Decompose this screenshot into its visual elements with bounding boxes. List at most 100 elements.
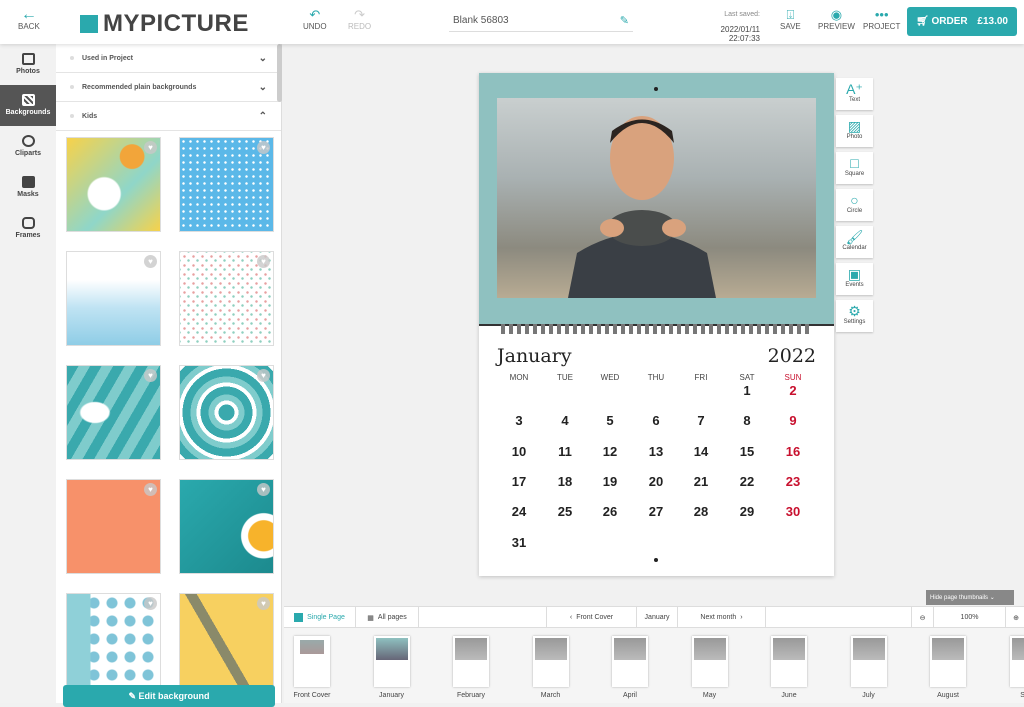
- background-thumb[interactable]: ♥: [179, 365, 274, 460]
- heart-icon[interactable]: ♥: [144, 369, 157, 382]
- save-button[interactable]: ⍗SAVE: [780, 8, 801, 31]
- page-thumbnail[interactable]: [453, 636, 489, 687]
- panel-scrollbar[interactable]: [277, 44, 282, 102]
- preview-button[interactable]: ◉PREVIEW: [818, 8, 855, 31]
- undo-button[interactable]: ↶UNDO: [303, 8, 327, 31]
- calendar-day[interactable]: 28: [686, 504, 716, 519]
- month-name[interactable]: January: [497, 345, 572, 367]
- background-area[interactable]: [479, 73, 834, 324]
- redo-button[interactable]: ↷REDO: [348, 8, 371, 31]
- calendar-day[interactable]: 31: [504, 535, 534, 550]
- calendar-day[interactable]: 11: [550, 444, 580, 459]
- edit-background-button[interactable]: ✎ Edit background: [63, 685, 275, 707]
- rail-photos[interactable]: Photos: [0, 44, 56, 85]
- background-thumb[interactable]: ♥: [179, 137, 274, 232]
- calendar-day[interactable]: 16: [778, 444, 808, 459]
- calendar-day[interactable]: 2: [778, 383, 808, 398]
- calendar-day[interactable]: 25: [550, 504, 580, 519]
- calendar-day[interactable]: 23: [778, 474, 808, 489]
- page-thumbnail[interactable]: [533, 636, 569, 687]
- calendar-day[interactable]: 5: [595, 413, 625, 428]
- rail-masks[interactable]: Masks: [0, 167, 56, 208]
- calendar-day[interactable]: 27: [641, 504, 671, 519]
- heart-icon[interactable]: ♥: [257, 255, 270, 268]
- tool-square[interactable]: □Square: [836, 152, 873, 184]
- heart-icon[interactable]: ♥: [257, 483, 270, 496]
- tool-photo[interactable]: ▨Photo: [836, 115, 873, 147]
- rail-cliparts[interactable]: Cliparts: [0, 126, 56, 167]
- background-thumb[interactable]: ♥: [66, 251, 161, 346]
- section-kids[interactable]: Kids⌃: [56, 102, 281, 131]
- background-thumb[interactable]: ♥: [179, 251, 274, 346]
- background-thumb[interactable]: ♥: [66, 365, 161, 460]
- heart-icon[interactable]: ♥: [144, 597, 157, 610]
- page-thumbnail[interactable]: [930, 636, 966, 687]
- calendar-day[interactable]: 14: [686, 444, 716, 459]
- background-thumb[interactable]: ♥: [66, 479, 161, 574]
- calendar-day[interactable]: 20: [641, 474, 671, 489]
- calendar-day[interactable]: 26: [595, 504, 625, 519]
- calendar-day[interactable]: 10: [504, 444, 534, 459]
- tool-circle[interactable]: ○Circle: [836, 189, 873, 221]
- calendar-day[interactable]: 7: [686, 413, 716, 428]
- calendar-day[interactable]: 29: [732, 504, 762, 519]
- logo[interactable]: MYPICTURE: [80, 10, 249, 38]
- order-button[interactable]: 🛒︎ ORDER£13.00: [907, 7, 1017, 36]
- rail-backgrounds[interactable]: Backgrounds: [0, 85, 56, 126]
- page-thumbnail[interactable]: [1010, 636, 1024, 687]
- all-pages-button[interactable]: ▦All pages: [356, 607, 419, 628]
- hide-thumbnails-button[interactable]: Hide page thumbnails ⌄: [926, 590, 1014, 605]
- rail-frames[interactable]: Frames: [0, 208, 56, 249]
- section-used-in-project[interactable]: Used in Project⌄: [56, 44, 281, 73]
- calendar-day[interactable]: 13: [641, 444, 671, 459]
- project-title-input[interactable]: Blank 56803✎: [449, 10, 633, 32]
- heart-icon[interactable]: ♥: [144, 255, 157, 268]
- background-thumb[interactable]: ♥: [179, 593, 274, 688]
- pencil-icon[interactable]: ✎: [620, 14, 629, 27]
- calendar-day[interactable]: 9: [778, 413, 808, 428]
- background-thumb[interactable]: ♥: [66, 593, 161, 688]
- page-thumbnail[interactable]: [692, 636, 728, 687]
- calendar-day[interactable]: 30: [778, 504, 808, 519]
- background-thumb[interactable]: ♥: [66, 137, 161, 232]
- project-button[interactable]: •••PROJECT: [863, 8, 900, 31]
- tool-settings[interactable]: ⚙Settings: [836, 300, 873, 332]
- zoom-out-button[interactable]: ⊖: [911, 607, 934, 628]
- calendar-day[interactable]: 4: [550, 413, 580, 428]
- calendar-day[interactable]: 22: [732, 474, 762, 489]
- page-thumbnail[interactable]: [294, 636, 330, 687]
- calendar-day[interactable]: 19: [595, 474, 625, 489]
- zoom-in-button[interactable]: ⊕: [1006, 607, 1024, 628]
- heart-icon[interactable]: ♥: [257, 597, 270, 610]
- calendar-day[interactable]: 18: [550, 474, 580, 489]
- page-thumbnail[interactable]: [771, 636, 807, 687]
- calendar-day[interactable]: 8: [732, 413, 762, 428]
- calendar-day[interactable]: 21: [686, 474, 716, 489]
- calendar-day[interactable]: 6: [641, 413, 671, 428]
- calendar-day[interactable]: 17: [504, 474, 534, 489]
- photo-frame[interactable]: [497, 98, 816, 298]
- calendar-day[interactable]: 1: [732, 383, 762, 398]
- tool-events[interactable]: ▣Events: [836, 263, 873, 295]
- calendar-page[interactable]: January 2022 MONTUEWEDTHUFRISATSUN123456…: [479, 73, 834, 576]
- tool-calendar[interactable]: 🖌︎Calendar: [836, 226, 873, 258]
- background-thumb[interactable]: ♥: [179, 479, 274, 574]
- calendar-day[interactable]: 3: [504, 413, 534, 428]
- tool-text[interactable]: A⁺Text: [836, 78, 873, 110]
- heart-icon[interactable]: ♥: [257, 369, 270, 382]
- heart-icon[interactable]: ♥: [144, 483, 157, 496]
- year[interactable]: 2022: [768, 345, 816, 367]
- section-recommended[interactable]: Recommended plain backgrounds⌄: [56, 73, 281, 102]
- calendar-day[interactable]: 24: [504, 504, 534, 519]
- calendar-day[interactable]: 15: [732, 444, 762, 459]
- single-page-button[interactable]: Single Page: [284, 607, 356, 628]
- page-thumbnail[interactable]: [374, 636, 410, 687]
- page-thumbnail[interactable]: [612, 636, 648, 687]
- page-thumbnail[interactable]: [851, 636, 887, 687]
- calendar-day[interactable]: 12: [595, 444, 625, 459]
- back-button[interactable]: ←BACK: [18, 8, 40, 31]
- prev-page-button[interactable]: ‹Front Cover: [547, 607, 637, 628]
- next-page-button[interactable]: Next month›: [678, 607, 766, 628]
- heart-icon[interactable]: ♥: [257, 141, 270, 154]
- heart-icon[interactable]: ♥: [144, 141, 157, 154]
